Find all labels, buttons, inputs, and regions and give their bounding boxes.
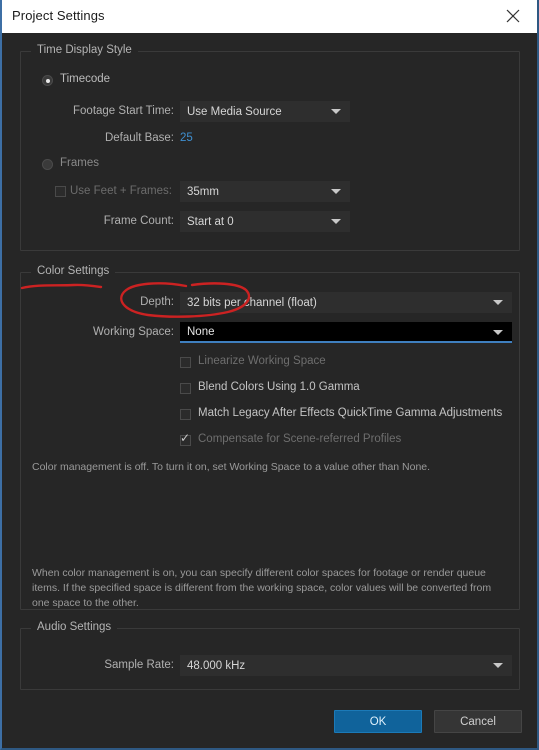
label-blend-colors-gamma: Blend Colors Using 1.0 Gamma xyxy=(198,381,360,393)
label-linearize-working-space: Linearize Working Space xyxy=(198,355,326,367)
chevron-down-icon xyxy=(493,663,503,668)
checkbox-blend-colors-gamma[interactable] xyxy=(180,383,191,394)
label-working-space: Working Space: xyxy=(93,326,174,338)
checkbox-linearize-working-space[interactable] xyxy=(180,357,191,368)
dropdown-footage-start-time[interactable]: Use Media Source xyxy=(180,101,350,122)
window-title: Project Settings xyxy=(12,8,105,23)
chevron-down-icon xyxy=(493,330,503,335)
chevron-down-icon xyxy=(331,109,341,114)
checkbox-compensate-scene-referred[interactable] xyxy=(180,431,191,446)
label-compensate-scene-referred: Compensate for Scene-referred Profiles xyxy=(198,433,402,445)
dropdown-working-space-value: None xyxy=(187,325,215,338)
ok-button[interactable]: OK xyxy=(334,710,422,733)
dropdown-sample-rate-value: 48.000 kHz xyxy=(187,659,246,672)
label-depth: Depth: xyxy=(140,296,174,308)
group-label-color-settings: Color Settings xyxy=(31,265,116,277)
value-default-base[interactable]: 25 xyxy=(180,132,193,144)
dropdown-depth-value: 32 bits per channel (float) xyxy=(187,296,317,309)
dropdown-sample-rate[interactable]: 48.000 kHz xyxy=(180,655,512,676)
radio-frames[interactable] xyxy=(42,159,53,170)
group-label-audio-settings: Audio Settings xyxy=(31,621,118,633)
dropdown-depth[interactable]: 32 bits per channel (float) xyxy=(180,292,512,313)
chevron-down-icon xyxy=(331,219,341,224)
dropdown-frame-count[interactable]: Start at 0 xyxy=(180,211,350,232)
title-bar: Project Settings xyxy=(2,0,537,34)
checkbox-match-legacy-quicktime-gamma[interactable] xyxy=(180,409,191,420)
label-match-legacy-quicktime-gamma: Match Legacy After Effects QuickTime Gam… xyxy=(198,407,503,419)
chevron-down-icon xyxy=(493,300,503,305)
radio-frames-label: Frames xyxy=(60,157,99,169)
dropdown-working-space[interactable]: None xyxy=(180,322,512,343)
label-use-feet-frames: Use Feet + Frames: xyxy=(70,185,172,197)
label-sample-rate: Sample Rate: xyxy=(104,659,174,671)
cancel-button[interactable]: Cancel xyxy=(434,710,522,733)
dropdown-use-feet-frames[interactable]: 35mm xyxy=(180,181,350,202)
dropdown-footage-start-time-value: Use Media Source xyxy=(187,105,282,118)
close-button[interactable] xyxy=(491,0,535,32)
dropdown-frame-count-value: Start at 0 xyxy=(187,215,234,228)
dialog-body: Time Display Style Timecode Footage Star… xyxy=(2,33,537,748)
project-settings-dialog: Project Settings Time Display Style Time… xyxy=(0,0,539,750)
color-management-help-note: When color management is on, you can spe… xyxy=(32,567,492,609)
color-management-status-note: Color management is off. To turn it on, … xyxy=(32,461,431,473)
group-label-time-display-style: Time Display Style xyxy=(31,44,138,56)
label-footage-start-time: Footage Start Time: xyxy=(73,105,174,117)
label-default-base: Default Base: xyxy=(104,132,174,144)
label-frame-count: Frame Count: xyxy=(103,215,174,227)
radio-timecode[interactable] xyxy=(42,75,53,86)
checkbox-use-feet-frames[interactable] xyxy=(55,186,66,197)
radio-timecode-label: Timecode xyxy=(60,73,111,85)
chevron-down-icon xyxy=(331,189,341,194)
close-icon xyxy=(506,9,520,23)
dropdown-use-feet-frames-value: 35mm xyxy=(187,185,219,198)
